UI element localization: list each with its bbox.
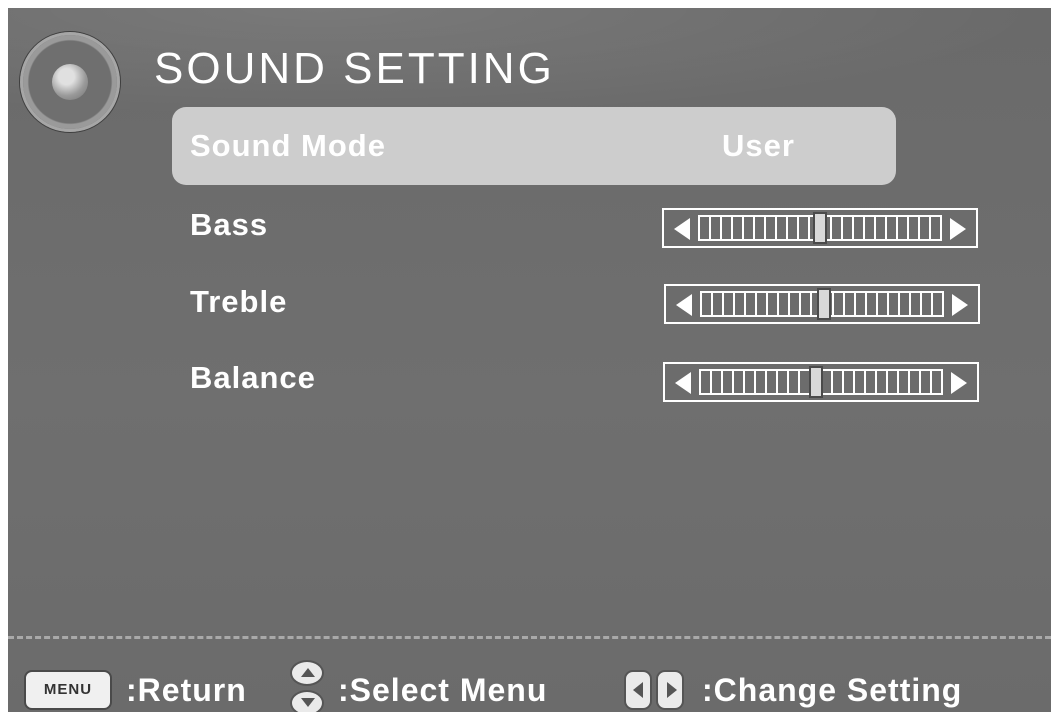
arrow-left-icon: [676, 294, 692, 316]
menu-item-sound-mode[interactable]: Sound Mode User: [172, 107, 896, 185]
balance-label: Balance: [190, 360, 316, 395]
arrow-right-icon: [952, 294, 968, 316]
arrow-left-icon: [675, 372, 691, 394]
slider-thumb[interactable]: [813, 212, 827, 244]
up-down-icon: [290, 660, 328, 712]
page-title: SOUND SETTING: [154, 44, 555, 93]
left-right-icon: [624, 670, 686, 712]
slider-thumb[interactable]: [809, 366, 824, 398]
right-arrow-icon: [656, 670, 684, 710]
bass-label: Bass: [190, 207, 269, 242]
sound-mode-value: User: [722, 128, 795, 163]
menu-key-icon[interactable]: MENU: [24, 670, 112, 710]
slider-thumb[interactable]: [817, 288, 832, 320]
treble-label: Treble: [190, 284, 288, 319]
treble-slider[interactable]: [664, 284, 980, 324]
select-menu-hint: :Select Menu: [338, 672, 548, 708]
arrow-left-icon: [674, 218, 690, 240]
sound-mode-label: Sound Mode: [190, 128, 386, 163]
arrow-right-icon: [951, 372, 967, 394]
up-arrow-icon: [290, 660, 324, 686]
bass-slider[interactable]: [662, 208, 978, 248]
speaker-cone: [52, 64, 88, 100]
return-hint: :Return: [126, 672, 247, 708]
arrow-right-icon: [950, 218, 966, 240]
footer-divider: [8, 636, 1051, 639]
osd-screen: SOUND SETTING Sound Mode User Bass Trebl…: [8, 8, 1051, 712]
down-arrow-icon: [290, 690, 324, 712]
balance-slider[interactable]: [663, 362, 979, 402]
speaker-icon: [20, 32, 120, 132]
change-setting-hint: :Change Setting: [702, 672, 963, 708]
left-arrow-icon: [624, 670, 652, 710]
